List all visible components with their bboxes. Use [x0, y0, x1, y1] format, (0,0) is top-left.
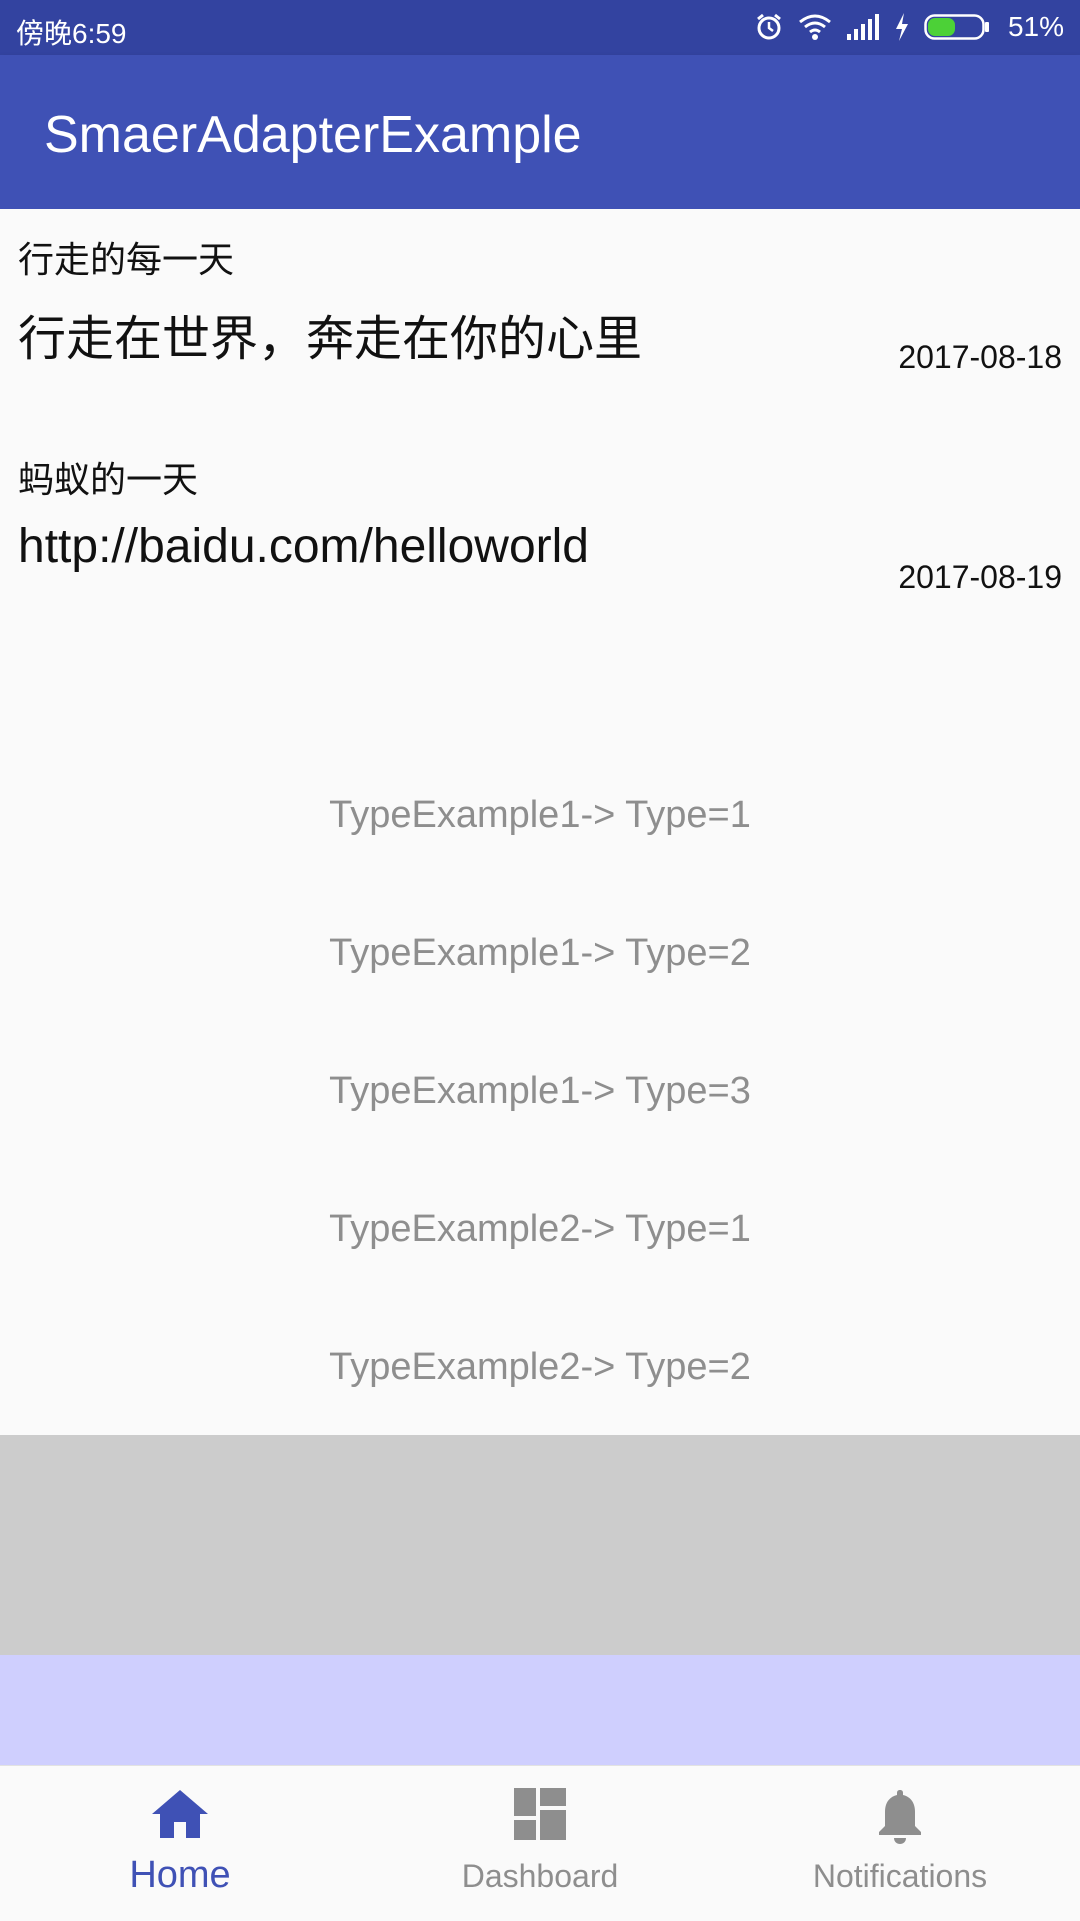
dashboard-icon	[360, 1788, 720, 1844]
type-list-item[interactable]: TypeExample1-> Type=1	[0, 794, 1080, 837]
content-list[interactable]: 行走的每一天 行走在世界，奔走在你的心里 2017-08-18 蚂蚁的一天 ht…	[0, 209, 1080, 1435]
nav-label: Home	[129, 1854, 231, 1896]
nav-item-dashboard[interactable]: Dashboard	[360, 1766, 720, 1921]
bottom-navigation: Home Dashboard Notifications	[0, 1765, 1080, 1921]
article-date: 2017-08-18	[898, 339, 1062, 375]
nav-item-notifications[interactable]: Notifications	[720, 1766, 1080, 1921]
battery-percent: 51%	[1007, 11, 1064, 42]
article-card[interactable]: 行走的每一天 行走在世界，奔走在你的心里 2017-08-18	[0, 209, 1080, 429]
nav-item-home[interactable]: Home	[0, 1766, 360, 1921]
wifi-icon	[798, 13, 832, 41]
app-bar: SmaerAdapterExample	[0, 55, 1080, 209]
gray-list-item[interactable]	[0, 1435, 1080, 1655]
status-time: 傍晚6:59	[16, 18, 127, 49]
type-list-item[interactable]: TypeExample1-> Type=3	[0, 1070, 1080, 1113]
article-body: 行走在世界，奔走在你的心里	[18, 311, 643, 367]
type-list-item[interactable]: TypeExample2-> Type=2	[0, 1346, 1080, 1389]
article-title: 蚂蚁的一天	[18, 460, 199, 501]
type-list-item[interactable]: TypeExample2-> Type=1	[0, 1208, 1080, 1251]
bell-icon	[720, 1788, 1080, 1844]
home-icon	[0, 1788, 360, 1844]
lilac-list-item[interactable]	[0, 1655, 1080, 1765]
battery-icon	[924, 14, 990, 40]
article-title: 行走的每一天	[18, 240, 235, 281]
signal-icon	[846, 14, 880, 40]
article-date: 2017-08-19	[898, 559, 1062, 595]
status-bar: 傍晚6:59 51%	[0, 0, 1080, 55]
alarm-icon	[754, 12, 784, 42]
nav-label: Notifications	[812, 1858, 988, 1894]
status-icons: 51%	[754, 10, 1064, 44]
article-card[interactable]: 蚂蚁的一天 http://baidu.com/helloworld 2017-0…	[0, 429, 1080, 649]
charging-icon	[894, 13, 910, 41]
app-title: SmaerAdapterExample	[44, 106, 582, 164]
type-list-item[interactable]: TypeExample1-> Type=2	[0, 932, 1080, 975]
article-body: http://baidu.com/helloworld	[18, 520, 589, 573]
nav-label: Dashboard	[461, 1858, 619, 1894]
